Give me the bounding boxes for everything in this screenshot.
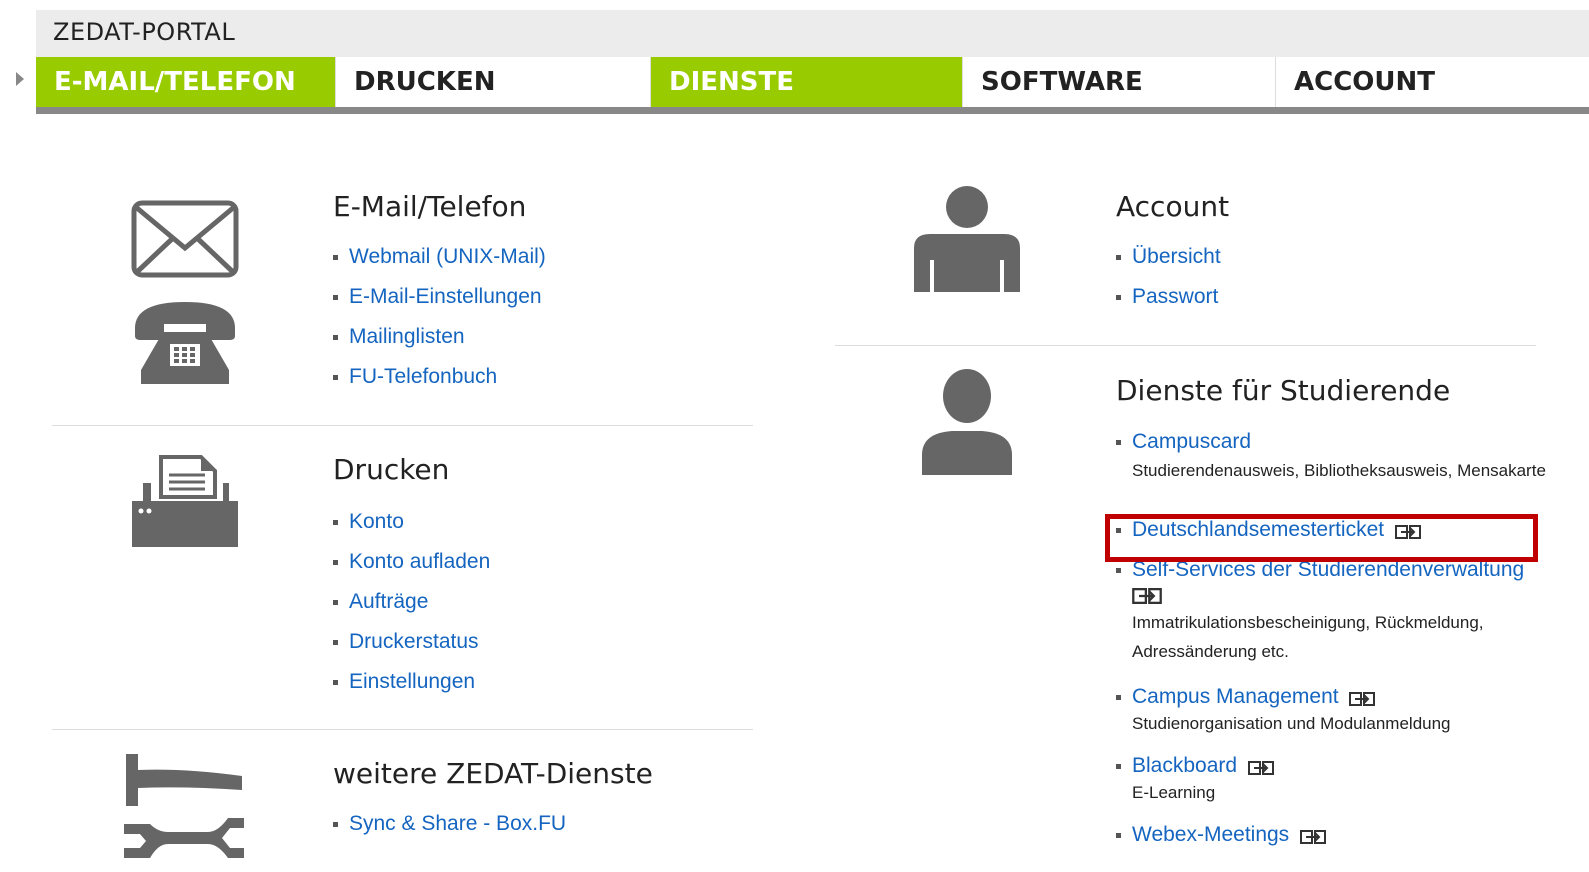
drucken-links: Konto Konto aufladen Aufträge Druckersta… bbox=[333, 510, 490, 710]
self-services-desc: Immatrikulationsbescheinigung, Rückmeldu… bbox=[1132, 613, 1484, 661]
list-item: E-Mail-Einstellungen bbox=[333, 285, 546, 325]
main-nav: E-MAIL/TELEFON DRUCKEN DIENSTE SOFTWARE … bbox=[36, 57, 1589, 107]
webmail-link[interactable]: Webmail (UNIX-Mail) bbox=[349, 245, 546, 268]
person-icon bbox=[914, 186, 1020, 292]
email-settings-link[interactable]: E-Mail-Einstellungen bbox=[349, 285, 542, 308]
telephone-icon bbox=[135, 302, 235, 384]
external-link-icon[interactable] bbox=[1299, 829, 1326, 844]
list-item: Mailinglisten bbox=[333, 325, 546, 365]
divider bbox=[52, 729, 753, 730]
student-icon bbox=[922, 369, 1012, 475]
list-item: Sync & Share - Box.FU bbox=[333, 812, 566, 852]
list-item: Blackboard E-Learning bbox=[1116, 754, 1546, 823]
tab-software[interactable]: SOFTWARE bbox=[963, 57, 1276, 107]
external-link-icon[interactable] bbox=[1132, 588, 1162, 604]
list-item: Einstellungen bbox=[333, 670, 490, 710]
list-item: Webex-Meetings bbox=[1116, 823, 1546, 853]
tools-icon bbox=[124, 754, 244, 858]
list-item: Self-Services der Studierendenverwaltung… bbox=[1116, 558, 1546, 685]
mailinglists-link[interactable]: Mailinglisten bbox=[349, 325, 465, 348]
account-links: Übersicht Passwort bbox=[1116, 245, 1221, 325]
box-fu-link[interactable]: Sync & Share - Box.FU bbox=[349, 812, 566, 835]
account-section-title: Account bbox=[1116, 190, 1230, 223]
druckerstatus-link[interactable]: Druckerstatus bbox=[349, 630, 479, 653]
list-item: Übersicht bbox=[1116, 245, 1221, 285]
printer-icon bbox=[132, 455, 238, 547]
envelope-icon bbox=[131, 200, 239, 278]
email-section-title: E-Mail/Telefon bbox=[333, 190, 527, 223]
nav-arrow-icon[interactable] bbox=[16, 72, 24, 86]
campuscard-link[interactable]: Campuscard bbox=[1132, 430, 1251, 453]
list-item: Druckerstatus bbox=[333, 630, 490, 670]
konto-link[interactable]: Konto bbox=[349, 510, 404, 533]
list-item: Aufträge bbox=[333, 590, 490, 630]
list-item: Campuscard Studierendenausweis, Biblioth… bbox=[1116, 430, 1546, 518]
portal-title[interactable]: ZEDAT-PORTAL bbox=[53, 18, 235, 46]
external-link-icon[interactable] bbox=[1247, 760, 1274, 775]
drucken-section-title: Drucken bbox=[333, 453, 450, 486]
campuscard-desc: Studierendenausweis, Bibliotheksausweis,… bbox=[1132, 461, 1546, 480]
list-item: Campus Management Studienorganisation un… bbox=[1116, 685, 1546, 754]
campus-management-link[interactable]: Campus Management bbox=[1132, 685, 1339, 708]
list-item: Webmail (UNIX-Mail) bbox=[333, 245, 546, 285]
konto-aufladen-link[interactable]: Konto aufladen bbox=[349, 550, 490, 573]
list-item: Konto aufladen bbox=[333, 550, 490, 590]
dienste-links: Campuscard Studierendenausweis, Biblioth… bbox=[1116, 430, 1546, 853]
campus-management-desc: Studienorganisation und Modulanmeldung bbox=[1132, 714, 1451, 733]
weitere-links: Sync & Share - Box.FU bbox=[333, 812, 566, 852]
webex-link[interactable]: Webex-Meetings bbox=[1132, 823, 1289, 846]
divider bbox=[52, 425, 753, 426]
phonebook-link[interactable]: FU-Telefonbuch bbox=[349, 365, 497, 388]
tab-dienste[interactable]: DIENSTE bbox=[651, 57, 963, 107]
uebersicht-link[interactable]: Übersicht bbox=[1132, 245, 1221, 268]
list-item: Passwort bbox=[1116, 285, 1221, 325]
portal-header: ZEDAT-PORTAL bbox=[36, 10, 1589, 57]
dienste-section-title: Dienste für Studierende bbox=[1116, 374, 1451, 407]
weitere-section-title: weitere ZEDAT-Dienste bbox=[333, 757, 653, 790]
tab-account[interactable]: ACCOUNT bbox=[1276, 57, 1589, 107]
highlight-box bbox=[1105, 514, 1538, 562]
external-link-icon[interactable] bbox=[1349, 691, 1376, 706]
passwort-link[interactable]: Passwort bbox=[1132, 285, 1218, 308]
blackboard-desc: E-Learning bbox=[1132, 783, 1216, 802]
blackboard-link[interactable]: Blackboard bbox=[1132, 754, 1237, 777]
nav-underline bbox=[36, 107, 1589, 114]
einstellungen-link[interactable]: Einstellungen bbox=[349, 670, 475, 693]
list-item: Konto bbox=[333, 510, 490, 550]
email-links: Webmail (UNIX-Mail) E-Mail-Einstellungen… bbox=[333, 245, 546, 405]
auftraege-link[interactable]: Aufträge bbox=[349, 590, 428, 613]
tab-drucken[interactable]: DRUCKEN bbox=[336, 57, 651, 107]
tab-email-telefon[interactable]: E-MAIL/TELEFON bbox=[36, 57, 336, 107]
list-item: FU-Telefonbuch bbox=[333, 365, 546, 405]
divider bbox=[835, 345, 1536, 346]
